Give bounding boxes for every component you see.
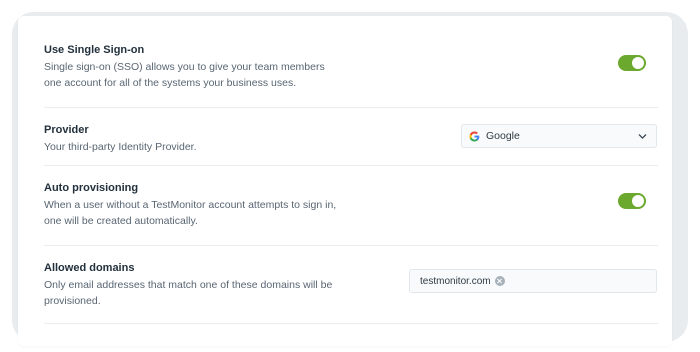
auto-provisioning-description: When a user without a TestMonitor accoun…: [44, 199, 337, 227]
provider-selected-value: Google: [486, 130, 520, 142]
sso-description: Single sign-on (SSO) allows you to give …: [44, 61, 325, 89]
chevron-down-icon: [638, 134, 647, 139]
auto-provisioning-toggle[interactable]: [618, 193, 646, 209]
domain-tag-label: testmonitor.com: [420, 275, 491, 287]
divider: [44, 107, 658, 108]
sso-title: Use Single Sign-on: [44, 44, 145, 56]
domain-tag: testmonitor.com: [420, 276, 505, 287]
google-logo-icon: [469, 130, 480, 142]
allowed-domains-description: Only email addresses that match one of t…: [44, 279, 333, 307]
auto-provisioning-title: Auto provisioning: [44, 182, 139, 194]
toggle-knob: [632, 195, 644, 207]
divider: [44, 165, 658, 166]
sso-settings-card: Use Single Sign-on Single sign-on (SSO) …: [18, 16, 672, 346]
divider: [44, 245, 658, 246]
auto-provisioning-row: Auto provisioning When a user without a …: [44, 181, 658, 229]
provider-select[interactable]: Google: [461, 124, 657, 148]
sso-row: Use Single Sign-on Single sign-on (SSO) …: [44, 43, 658, 91]
allowed-domains-input[interactable]: testmonitor.com: [409, 269, 657, 293]
sso-toggle[interactable]: [618, 55, 646, 71]
divider: [44, 323, 658, 324]
toggle-knob: [632, 57, 644, 69]
remove-tag-icon[interactable]: [494, 276, 505, 286]
provider-description: Your third-party Identity Provider.: [44, 141, 197, 153]
